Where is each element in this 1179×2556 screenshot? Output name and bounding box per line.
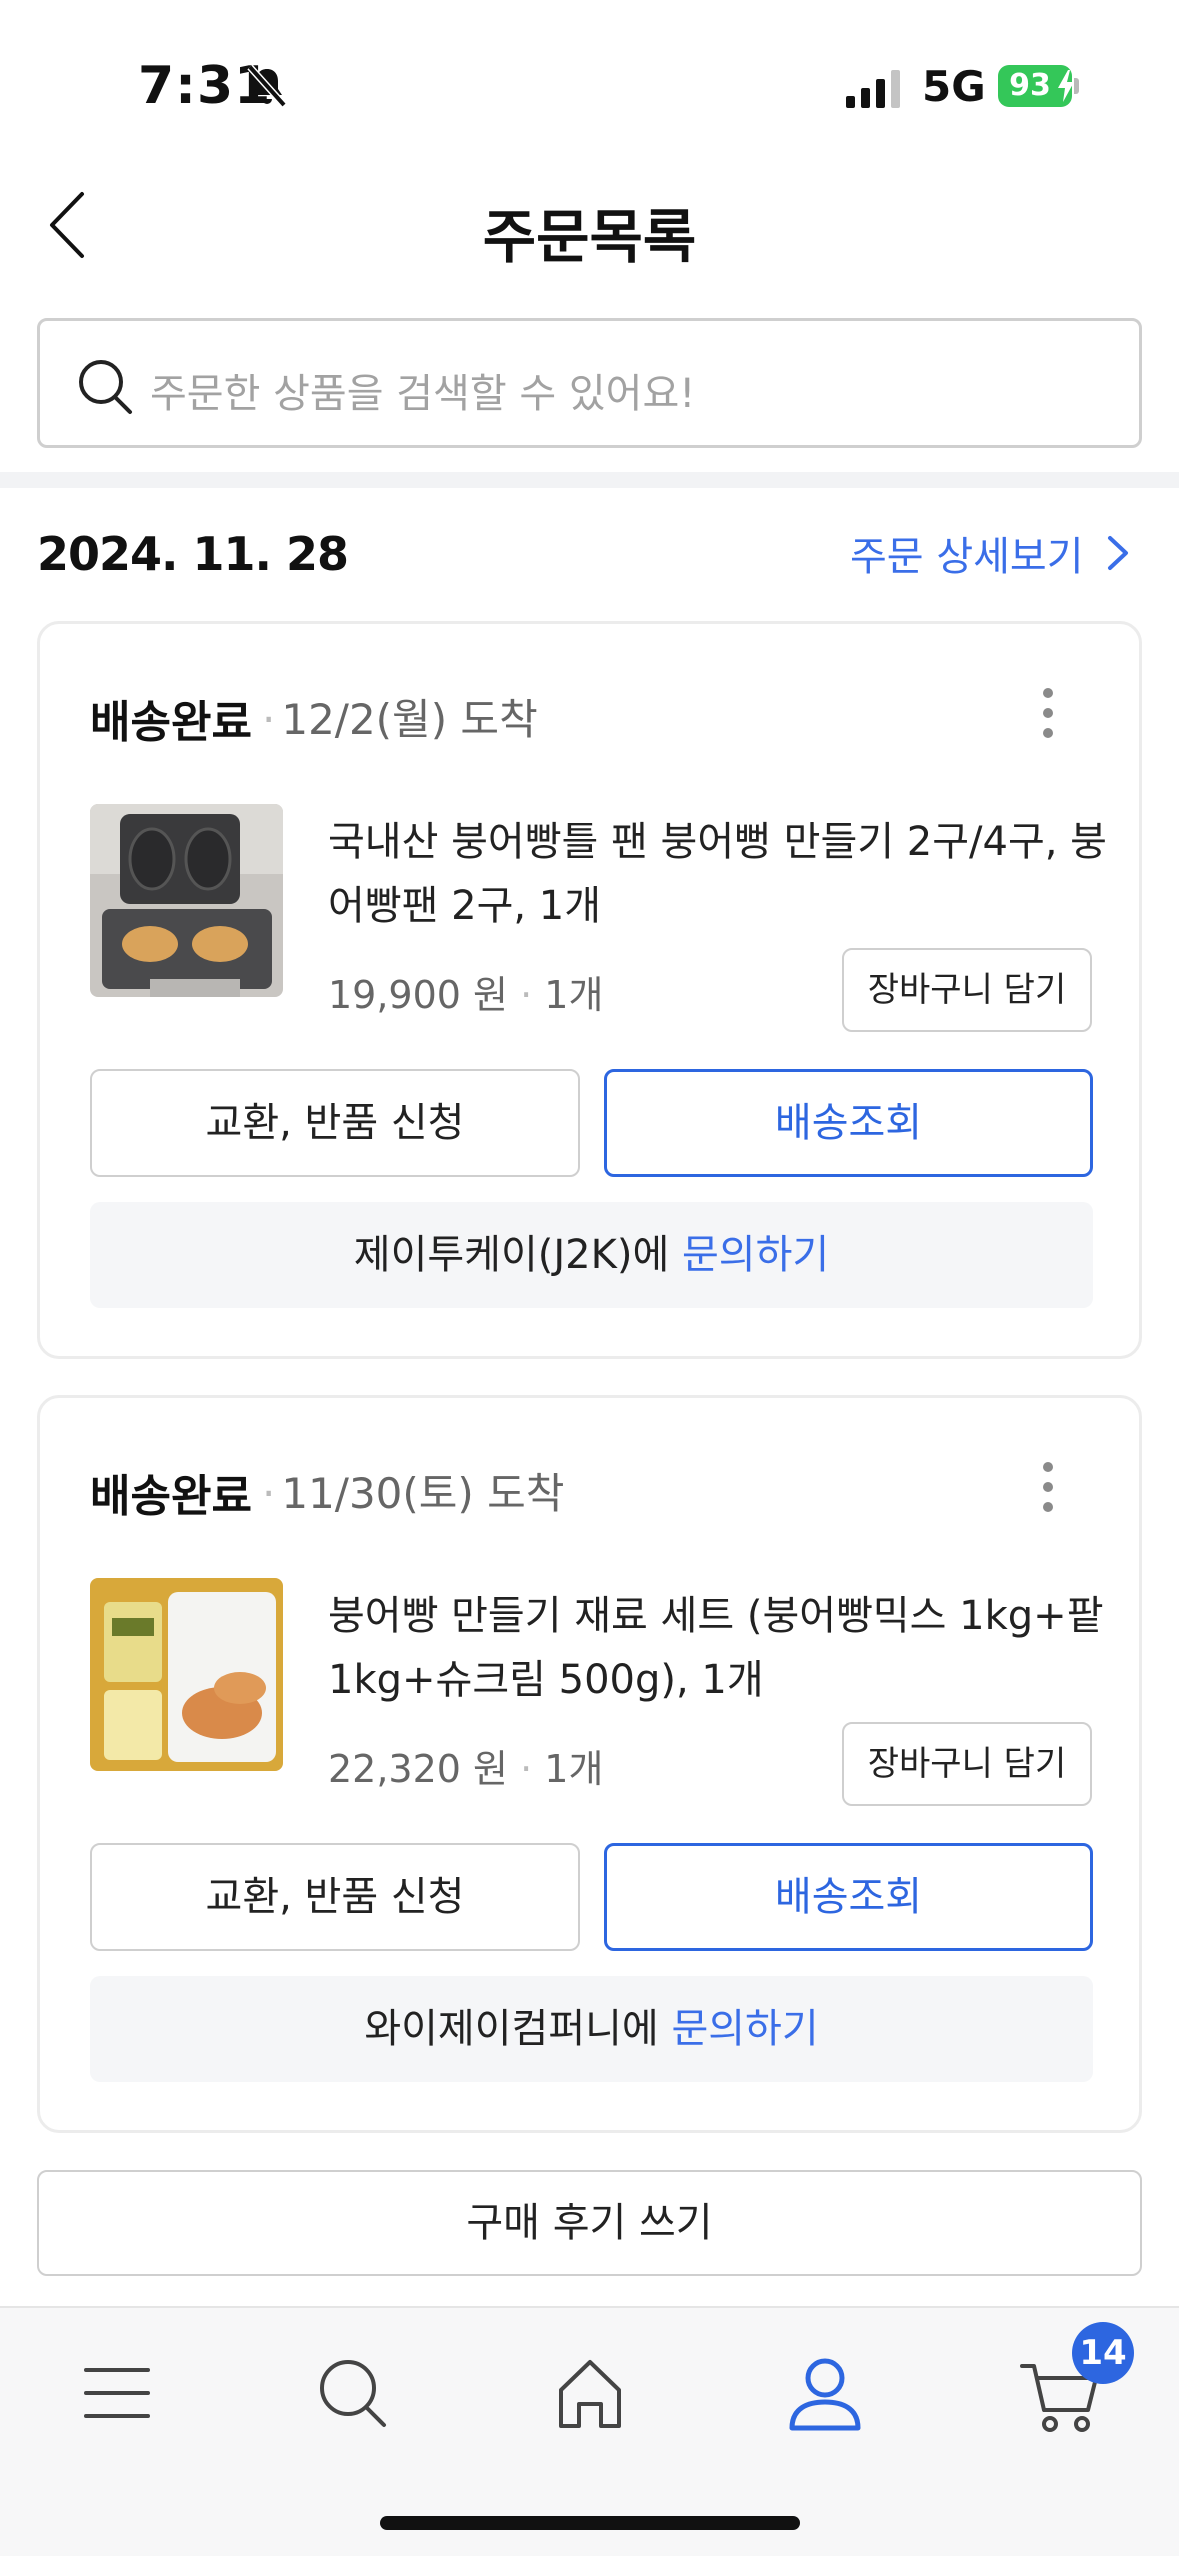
seller-name: 제이투케이(J2K)에 (353, 1232, 670, 1278)
status-bar: 7:31 5G 93 (0, 0, 1179, 150)
fish-bread-pan-image (90, 804, 283, 997)
search-icon (79, 360, 132, 414)
search-placeholder: 주문한 상품을 검색할 수 있어요! (150, 371, 696, 417)
order-item-card: 배송완료 · 12/2(월) 도착 국내산 붕어빵틀 팬 붕어뻥 만들기 2구/4… (37, 621, 1142, 1359)
track-delivery-button[interactable]: 배송조회 (604, 1069, 1093, 1177)
home-icon[interactable] (545, 2348, 635, 2438)
section-divider (0, 472, 1179, 488)
user-icon[interactable] (780, 2348, 870, 2438)
home-indicator[interactable] (380, 2516, 800, 2530)
charging-bolt-icon (1058, 70, 1074, 102)
product-name[interactable]: 국내산 붕어빵틀 팬 붕어뻥 만들기 2구/4구, 붕어빵팬 2구, 1개 (328, 810, 1118, 938)
quantity-value: 1개 (544, 1747, 604, 1791)
order-date: 2024. 11. 28 (37, 527, 349, 581)
product-price: 19,900 원 · 1개 (328, 973, 604, 1017)
delivery-status: 배송완료 (90, 1471, 252, 1522)
delivery-eta-text: 11/30(토) 도착 (281, 1469, 565, 1518)
write-review-button[interactable]: 구매 후기 쓰기 (37, 2170, 1142, 2276)
bell-slash-icon (247, 64, 287, 108)
inquiry-link[interactable]: 문의하기 (682, 1232, 829, 1278)
delivery-status: 배송완료 (90, 697, 252, 748)
product-name[interactable]: 붕어빵 만들기 재료 세트 (붕어빵믹스 1kg+팥 1kg+슈크림 500g)… (328, 1584, 1118, 1712)
add-to-cart-button[interactable]: 장바구니 담기 (842, 948, 1092, 1032)
order-detail-link[interactable]: 주문 상세보기 (850, 524, 1132, 582)
seller-inquiry: 와이제이컴퍼니에 문의하기 (90, 1976, 1093, 2082)
exchange-return-button[interactable]: 교환, 반품 신청 (90, 1069, 580, 1177)
quantity-value: 1개 (544, 973, 604, 1017)
header: 주문목록 (0, 160, 1179, 290)
ingredient-set-image (90, 1578, 283, 1771)
order-detail-label: 주문 상세보기 (850, 534, 1084, 580)
delivery-eta-text: 12/2(월) 도착 (281, 695, 538, 744)
signal-icon (846, 70, 900, 108)
product-price: 22,320 원 · 1개 (328, 1747, 604, 1791)
order-item-card: 배송완료 · 11/30(토) 도착 붕어빵 만들기 재료 세트 (붕어빵믹스 1… (37, 1395, 1142, 2133)
more-options-icon[interactable] (1042, 687, 1054, 739)
more-options-icon[interactable] (1042, 1461, 1054, 1513)
add-to-cart-button[interactable]: 장바구니 담기 (842, 1722, 1092, 1806)
price-value: 22,320 원 (328, 1747, 509, 1791)
battery-cap (1074, 78, 1079, 94)
track-delivery-button[interactable]: 배송조회 (604, 1843, 1093, 1951)
search-input[interactable]: 주문한 상품을 검색할 수 있어요! (37, 318, 1142, 448)
search-icon[interactable] (308, 2348, 398, 2438)
inquiry-link[interactable]: 문의하기 (671, 2006, 818, 2052)
delivery-eta: · 12/2(월) 도착 (262, 695, 538, 744)
page-title: 주문목록 (482, 203, 697, 271)
menu-icon[interactable] (72, 2348, 162, 2438)
delivery-eta: · 11/30(토) 도착 (262, 1469, 565, 1518)
chevron-right-icon (1107, 536, 1128, 570)
exchange-return-button[interactable]: 교환, 반품 신청 (90, 1843, 580, 1951)
product-thumbnail[interactable] (90, 1578, 283, 1771)
product-thumbnail[interactable] (90, 804, 283, 997)
seller-inquiry: 제이투케이(J2K)에 문의하기 (90, 1202, 1093, 1308)
seller-name: 와이제이컴퍼니에 (364, 2006, 659, 2052)
network-label: 5G (922, 62, 986, 111)
battery-indicator: 93 (998, 65, 1079, 107)
cart-count-badge: 14 (1072, 2322, 1134, 2384)
price-value: 19,900 원 (328, 973, 509, 1017)
